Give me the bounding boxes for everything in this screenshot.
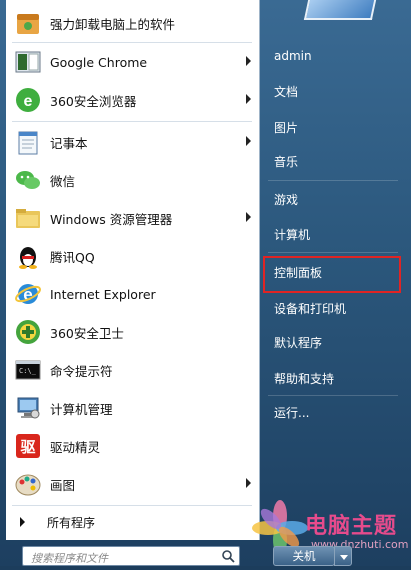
expand-arrow-icon xyxy=(20,517,25,527)
menu-item-label: 360安全卫士 xyxy=(50,325,124,341)
svg-text:e: e xyxy=(24,93,33,110)
menu-item-windows-explorer[interactable]: Windows 资源管理器 xyxy=(6,200,259,236)
menu-item-driver-genius[interactable]: 驱 驱动精灵 xyxy=(6,428,259,464)
menu-item-label: Google Chrome xyxy=(50,54,148,70)
submenu-arrow-icon[interactable] xyxy=(246,478,251,488)
right-item-run[interactable]: 运行... xyxy=(266,398,406,426)
right-item-label: 运行... xyxy=(274,405,310,420)
submenu-arrow-icon[interactable] xyxy=(246,136,251,146)
menu-item-wechat[interactable]: 微信 xyxy=(6,162,259,198)
right-item-label: 默认程序 xyxy=(274,335,323,350)
right-item-label: 计算机 xyxy=(274,227,311,242)
menu-item-qq[interactable]: 腾讯QQ xyxy=(6,238,259,274)
divider xyxy=(268,395,398,396)
menu-item-label: 命令提示符 xyxy=(50,363,113,379)
menu-item-label: 记事本 xyxy=(50,135,88,151)
menu-item-label: 强力卸载电脑上的软件 xyxy=(50,16,176,32)
svg-text:C:\_: C:\_ xyxy=(19,367,37,375)
menu-item-notepad[interactable]: 记事本 xyxy=(6,124,259,160)
right-item-label: 音乐 xyxy=(274,154,299,169)
start-menu: 强力卸载电脑上的软件 Google Chrome e 360安全浏览器 记事本 xyxy=(0,0,411,566)
search-input[interactable]: 搜索程序和文件 xyxy=(22,546,240,566)
right-item-default-programs[interactable]: 默认程序 xyxy=(266,328,406,356)
menu-item-label: 腾讯QQ xyxy=(50,249,95,265)
divider xyxy=(12,121,252,122)
360-guard-icon xyxy=(12,316,44,348)
right-item-documents[interactable]: 文档 xyxy=(266,77,406,105)
submenu-arrow-icon[interactable] xyxy=(246,212,251,222)
menu-item-label: 微信 xyxy=(50,173,76,189)
computer-management-icon xyxy=(12,392,44,424)
shutdown-options-arrow-icon[interactable] xyxy=(334,546,352,566)
search-placeholder: 搜索程序和文件 xyxy=(31,552,108,565)
right-item-label: admin xyxy=(274,49,312,63)
program-list-pane: 强力卸载电脑上的软件 Google Chrome e 360安全浏览器 记事本 xyxy=(6,0,260,540)
wechat-icon xyxy=(12,164,44,196)
right-item-help-support[interactable]: 帮助和支持 xyxy=(266,364,406,392)
divider xyxy=(12,42,252,43)
menu-item-label: 驱动精灵 xyxy=(50,439,101,455)
menu-item-label: Internet Explorer xyxy=(50,286,156,302)
menu-item-label: Windows 资源管理器 xyxy=(50,211,173,227)
folder-icon xyxy=(12,202,44,234)
right-item-label: 游戏 xyxy=(274,192,299,207)
uninstall-box-icon xyxy=(12,7,44,39)
right-item-admin[interactable]: admin xyxy=(266,42,406,70)
divider xyxy=(12,505,252,506)
right-item-pictures[interactable]: 图片 xyxy=(266,113,406,141)
right-item-computer[interactable]: 计算机 xyxy=(266,220,406,248)
360-browser-icon: e xyxy=(12,84,44,116)
menu-item-command-prompt[interactable]: C:\_ 命令提示符 xyxy=(6,352,259,388)
right-item-label: 设备和打印机 xyxy=(274,301,347,316)
ie-icon: e xyxy=(12,278,44,310)
all-programs-button[interactable]: 所有程序 xyxy=(6,508,259,536)
menu-item-360-browser[interactable]: e 360安全浏览器 xyxy=(6,82,259,118)
all-programs-label: 所有程序 xyxy=(47,515,96,530)
svg-text:驱: 驱 xyxy=(20,438,35,456)
submenu-arrow-icon[interactable] xyxy=(246,56,251,66)
paint-palette-icon xyxy=(12,468,44,500)
right-item-label: 文档 xyxy=(274,84,299,99)
control-panel-highlight-box xyxy=(263,256,401,293)
cmd-icon: C:\_ xyxy=(12,354,44,386)
menu-item-360-guard[interactable]: 360安全卫士 xyxy=(6,314,259,350)
chrome-icon xyxy=(12,46,44,78)
right-item-label: 图片 xyxy=(274,120,299,135)
notepad-icon xyxy=(12,126,44,158)
menu-item-computer-management[interactable]: 计算机管理 xyxy=(6,390,259,426)
right-item-devices-printers[interactable]: 设备和打印机 xyxy=(266,294,406,322)
menu-item-internet-explorer[interactable]: e Internet Explorer xyxy=(6,276,259,312)
driver-genius-icon: 驱 xyxy=(12,430,44,462)
menu-item-label: 画图 xyxy=(50,477,76,493)
menu-item-paint[interactable]: 画图 xyxy=(6,466,259,502)
menu-item-label: 计算机管理 xyxy=(50,401,113,417)
submenu-arrow-icon[interactable] xyxy=(246,94,251,104)
right-item-music[interactable]: 音乐 xyxy=(266,147,406,175)
shutdown-button[interactable]: 关机 xyxy=(273,546,335,566)
search-icon[interactable] xyxy=(221,549,235,563)
menu-item-google-chrome[interactable]: Google Chrome xyxy=(6,44,259,80)
divider xyxy=(268,252,398,253)
menu-item-uninstall[interactable]: 强力卸载电脑上的软件 xyxy=(6,5,259,41)
user-picture[interactable] xyxy=(303,0,377,20)
menu-item-label: 360安全浏览器 xyxy=(50,93,137,109)
right-item-label: 帮助和支持 xyxy=(274,371,335,386)
qq-penguin-icon xyxy=(12,240,44,272)
watermark-title: 电脑主题 xyxy=(305,514,398,539)
right-item-games[interactable]: 游戏 xyxy=(266,185,406,213)
divider xyxy=(268,180,398,181)
